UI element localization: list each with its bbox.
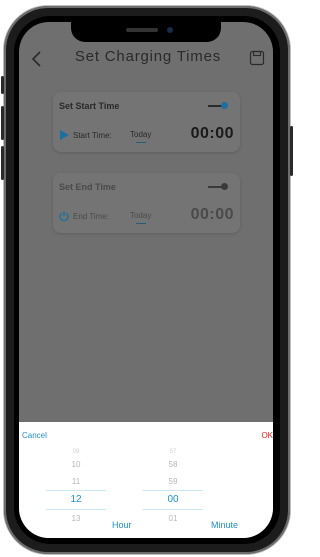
end-time-toggle[interactable] bbox=[208, 183, 228, 191]
end-time-label: End Time: bbox=[73, 212, 110, 221]
speaker-grille bbox=[126, 28, 158, 32]
toggle-knob bbox=[221, 102, 228, 109]
hour-option[interactable]: 10 bbox=[46, 456, 106, 473]
minute-option[interactable]: 59 bbox=[143, 473, 203, 490]
end-day-underline bbox=[136, 223, 146, 224]
minute-wheel[interactable]: 57 58 59 00 01 bbox=[143, 448, 203, 527]
hour-unit-label: Hour bbox=[112, 520, 132, 530]
page-title: Set Charging Times bbox=[74, 48, 222, 65]
screenshot-stage: Set Charging Times Set Start Time Start … bbox=[0, 0, 295, 557]
front-camera bbox=[167, 27, 173, 33]
start-time-value[interactable]: 00:00 bbox=[191, 125, 234, 143]
start-time-title: Set Start Time bbox=[59, 101, 120, 111]
power-icon bbox=[59, 211, 69, 221]
app-screen: Set Charging Times Set Start Time Start … bbox=[19, 22, 273, 538]
mute-switch bbox=[1, 76, 4, 94]
back-arrow-icon[interactable] bbox=[27, 48, 47, 70]
end-time-title: Set End Time bbox=[59, 182, 116, 192]
header-bar: Set Charging Times bbox=[19, 44, 273, 74]
save-icon[interactable] bbox=[249, 50, 265, 66]
start-time-label: Start Time: bbox=[73, 131, 112, 140]
start-time-toggle[interactable] bbox=[208, 102, 228, 110]
hour-option[interactable]: 09 bbox=[46, 448, 106, 456]
hour-option-selected[interactable]: 12 bbox=[46, 490, 106, 510]
end-time-card: Set End Time End Time: Today 00:00 bbox=[53, 173, 240, 233]
ok-button[interactable]: OK bbox=[261, 431, 273, 440]
cancel-button[interactable]: Cancel bbox=[22, 431, 47, 440]
volume-up-button bbox=[1, 106, 4, 140]
start-time-card: Set Start Time Start Time: Today 00:00 bbox=[53, 92, 240, 152]
volume-down-button bbox=[1, 146, 4, 180]
minute-option[interactable]: 57 bbox=[143, 448, 203, 456]
hour-option[interactable]: 11 bbox=[46, 473, 106, 490]
hour-option[interactable]: 13 bbox=[46, 510, 106, 527]
minute-option[interactable]: 01 bbox=[143, 510, 203, 527]
minute-option[interactable]: 58 bbox=[143, 456, 203, 473]
power-button bbox=[290, 126, 293, 176]
end-time-value[interactable]: 00:00 bbox=[191, 206, 234, 224]
minute-option-selected[interactable]: 00 bbox=[143, 490, 203, 510]
notch bbox=[71, 22, 221, 42]
start-day-selector[interactable]: Today bbox=[130, 130, 151, 139]
toggle-knob bbox=[221, 183, 228, 190]
play-icon bbox=[60, 130, 69, 140]
hour-wheel[interactable]: 09 10 11 12 13 bbox=[46, 448, 106, 527]
end-day-selector[interactable]: Today bbox=[130, 211, 151, 220]
time-picker-sheet: Cancel OK 09 10 11 12 13 Hour 57 58 59 0… bbox=[19, 422, 273, 538]
minute-unit-label: Minute bbox=[211, 520, 239, 530]
start-day-underline bbox=[136, 142, 146, 143]
